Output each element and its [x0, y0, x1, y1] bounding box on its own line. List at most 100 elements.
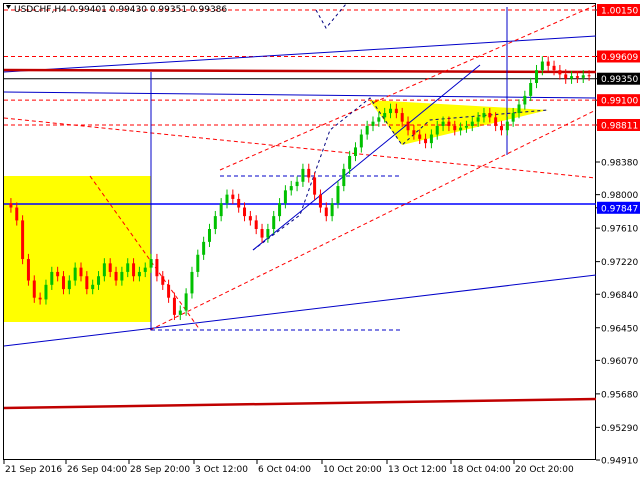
x-tick-label: 26 Sep 04:00 [67, 465, 127, 475]
candle-body [248, 216, 252, 221]
candle-body [482, 113, 486, 118]
candle-body [44, 284, 48, 300]
y-tick-label: 0.97220 [601, 258, 638, 268]
price-chart[interactable]: USDCHF,H4 0.99401 0.99430 0.99351 0.9938… [0, 0, 640, 480]
candle-body [406, 121, 410, 131]
x-tick-label: 13 Oct 12:00 [388, 465, 447, 475]
candle-body [243, 207, 247, 217]
candle-body [132, 263, 136, 277]
candle-body [260, 228, 264, 238]
y-tick-label: 0.97847 [601, 204, 638, 214]
candle-body [511, 113, 515, 122]
candle-body [394, 108, 398, 114]
candle-body [342, 168, 346, 187]
candle-body [494, 117, 498, 126]
candle-body [114, 271, 118, 281]
candle-body [570, 76, 574, 79]
y-tick-label: 0.98811 [601, 121, 638, 131]
y-tick-label: 0.96450 [601, 324, 638, 334]
x-tick-label: 6 Oct 04:00 [258, 465, 311, 475]
candle-body [272, 216, 276, 229]
candle-body [313, 177, 317, 195]
candle-body [535, 70, 539, 84]
y-tick-label: 0.99100 [601, 97, 638, 107]
candle-body [359, 134, 363, 148]
candle-body [283, 190, 287, 204]
y-tick-label: 0.95290 [601, 424, 638, 434]
candle-body [546, 61, 550, 66]
candle-body [318, 194, 322, 208]
candle-body [97, 276, 101, 285]
candle-body [371, 121, 375, 126]
candle-body [213, 216, 217, 229]
candle-body [155, 259, 159, 277]
y-tick-label: 0.95680 [601, 390, 638, 400]
candle-body [400, 113, 404, 122]
candle-body [207, 228, 211, 242]
y-tick-label: 0.98000 [601, 191, 638, 201]
y-tick-label: 0.96840 [601, 291, 638, 301]
candle-body [190, 271, 194, 294]
candle-body [470, 121, 474, 126]
candle-body [424, 138, 428, 144]
candle-body [184, 293, 188, 311]
candle-body [73, 267, 77, 281]
candle-body [120, 271, 124, 281]
x-tick-label: 28 Sep 20:00 [130, 465, 190, 475]
y-tick-label: 0.97610 [601, 225, 638, 235]
candle-body [278, 203, 282, 217]
candle-body [330, 203, 334, 217]
candle-body [517, 104, 521, 114]
candle-body [441, 121, 445, 126]
candle-body [581, 75, 585, 78]
candle-body [167, 284, 171, 298]
candle-body [9, 203, 13, 208]
candle-body [336, 186, 340, 204]
consolidation-box [4, 176, 151, 322]
candle-body [295, 181, 299, 187]
candle-body [38, 297, 42, 300]
candle-body [172, 297, 176, 315]
candle-body [178, 310, 182, 315]
x-tick-label: 3 Oct 12:00 [195, 465, 248, 475]
candle-body [301, 168, 305, 182]
candle-body [575, 76, 579, 78]
candle-body [412, 130, 416, 135]
candle-body [435, 125, 439, 135]
candle-body [348, 156, 352, 169]
candle-body [324, 207, 328, 217]
candle-body [488, 113, 492, 118]
candle-body [540, 61, 544, 71]
candle-body [32, 280, 36, 298]
candle-body [21, 220, 25, 260]
symbol-info: USDCHF,H4 0.99401 0.99430 0.99351 0.9938… [14, 5, 227, 15]
candle-body [464, 125, 468, 128]
candle-body [231, 194, 235, 199]
candle-body [552, 65, 556, 71]
candle-body [587, 75, 591, 77]
y-tick-label: 0.98380 [601, 159, 638, 169]
candle-body [558, 70, 562, 75]
x-tick-label: 20 Oct 20:00 [515, 465, 574, 475]
candle-body [353, 147, 357, 156]
candle-body [225, 194, 229, 204]
candle-body [365, 125, 369, 135]
candle-body [61, 276, 65, 290]
candle-body [266, 228, 270, 238]
candle-body [79, 267, 83, 277]
candle-body [56, 271, 60, 277]
candle-body [143, 267, 147, 272]
candle-body [389, 108, 393, 114]
candle-body [50, 271, 54, 285]
x-tick-label: 21 Sep 2016 [5, 465, 62, 475]
candle-body [149, 259, 153, 268]
candle-body [564, 74, 568, 79]
candle-body [202, 241, 206, 255]
candle-body [196, 254, 200, 272]
candle-body [377, 117, 381, 122]
candle-body [219, 203, 223, 217]
candle-body [15, 207, 19, 221]
candle-body [85, 276, 89, 290]
x-tick-label: 18 Oct 04:00 [452, 465, 511, 475]
candle-body [161, 276, 165, 285]
